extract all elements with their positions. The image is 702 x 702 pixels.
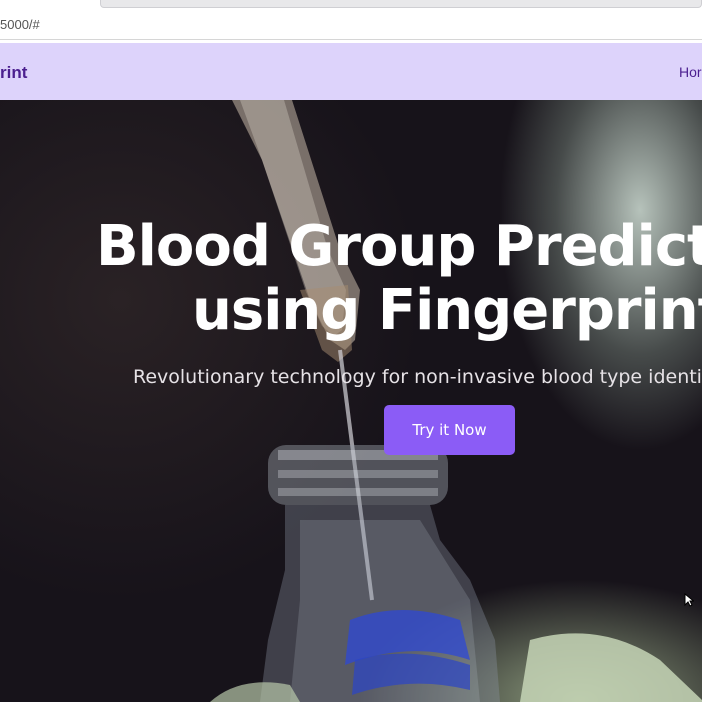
browser-tab[interactable] (100, 0, 702, 8)
brand-logo-text[interactable]: rint (0, 63, 27, 83)
browser-top-strip (0, 0, 702, 10)
hero-title-line-2: using Fingerprint (192, 278, 702, 343)
hero-subtitle: Revolutionary technology for non-invasiv… (133, 366, 702, 388)
hero-title: Blood Group Predict using Fingerprint (96, 215, 702, 343)
try-it-now-button[interactable]: Try it Now (384, 405, 515, 455)
hero-section: Blood Group Predict using Fingerprint Re… (0, 100, 702, 702)
address-bar[interactable]: 5000/# (0, 10, 702, 40)
navbar: rint Hor (0, 43, 702, 100)
nav-link-home[interactable]: Hor (679, 64, 702, 80)
hero-background-image (210, 100, 702, 702)
web-page: rint Hor Blood Group Predict using Finge… (0, 43, 702, 702)
url-text[interactable]: 5000/# (0, 17, 40, 32)
hero-title-line-1: Blood Group Predict (96, 214, 702, 279)
mouse-cursor-icon (684, 593, 694, 607)
